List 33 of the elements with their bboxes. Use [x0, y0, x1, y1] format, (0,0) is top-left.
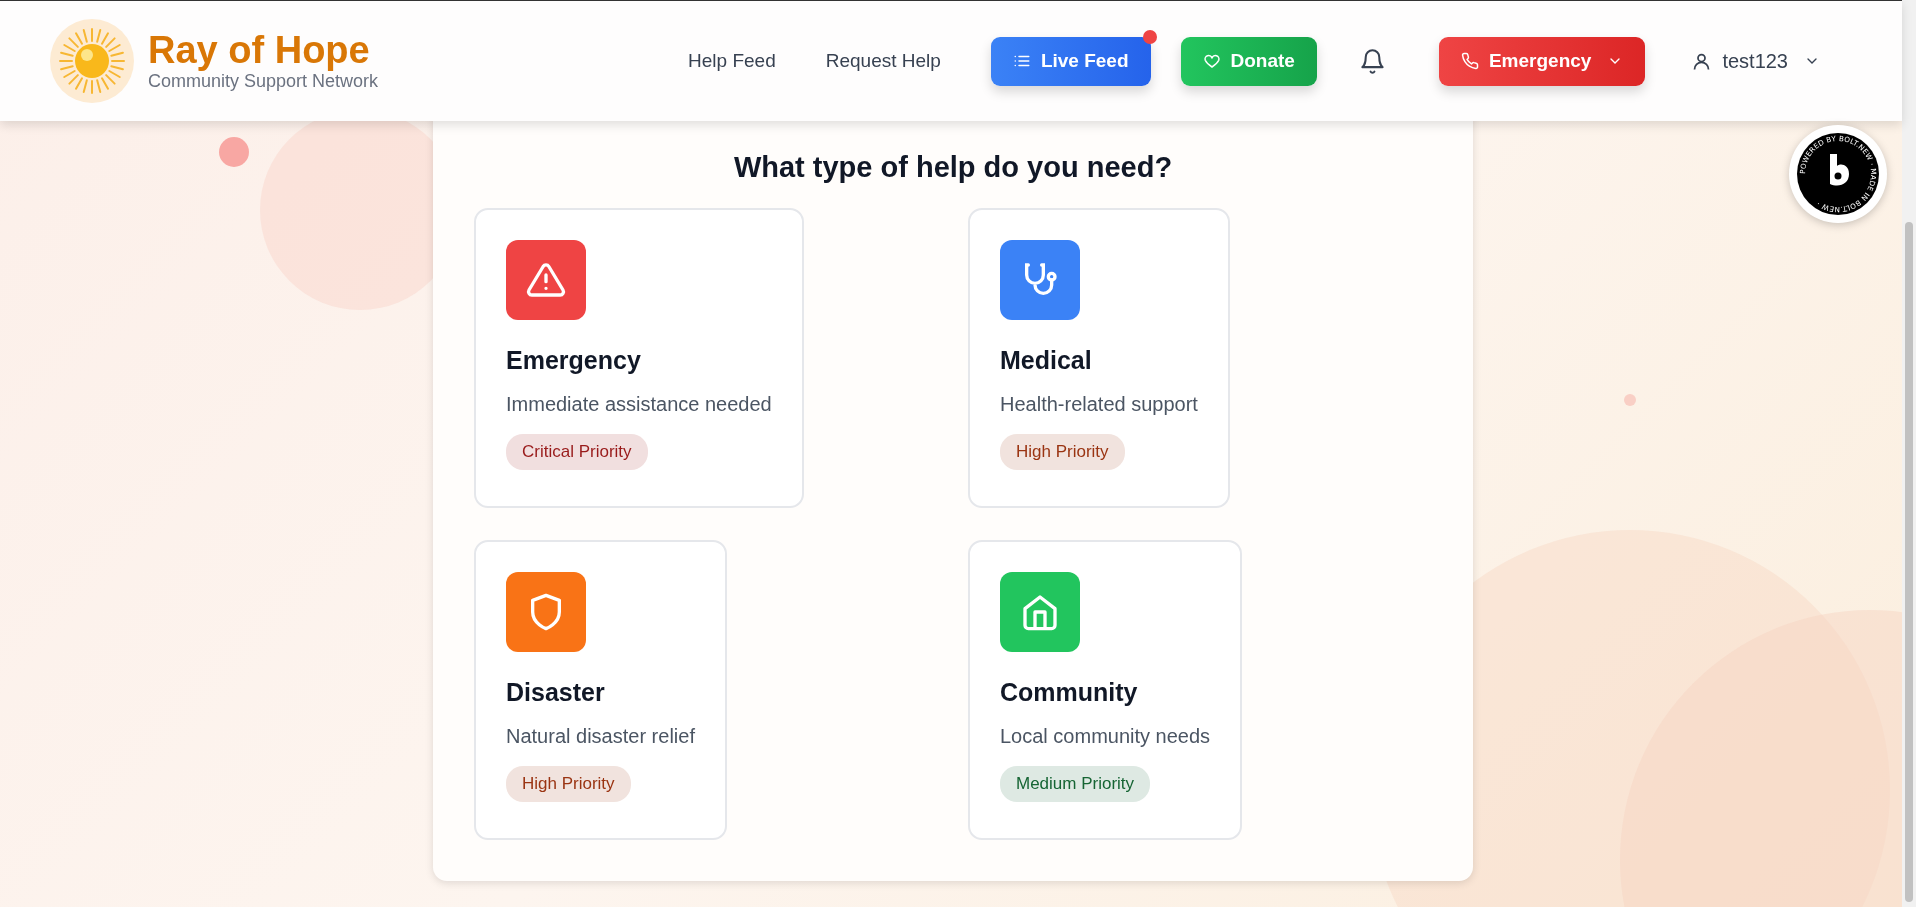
category-card[interactable]: Medical Health-related support High Priority: [968, 208, 1230, 508]
priority-tag: High Priority: [506, 766, 631, 802]
brand-subtitle: Community Support Network: [148, 71, 379, 93]
category-title: Community: [1000, 678, 1139, 707]
category-title: Medical: [1000, 346, 1093, 375]
phone-icon: [1460, 52, 1479, 70]
user-menu[interactable]: test123: [1691, 49, 1820, 73]
category-card[interactable]: Disaster Natural disaster relief High Priority: [474, 540, 727, 840]
heart-icon: [1202, 52, 1221, 70]
warning-icon: [526, 260, 566, 300]
bell-icon[interactable]: [1358, 47, 1386, 75]
category-description: Health-related support: [1000, 393, 1198, 416]
category-card[interactable]: Emergency Immediate assistance needed Critical Priority: [474, 208, 804, 508]
brand-title: Ray of Hope: [148, 29, 371, 72]
category-description: Local community needs: [1000, 725, 1211, 748]
category-title: Emergency: [506, 346, 642, 375]
priority-tag: Medium Priority: [1000, 766, 1151, 802]
priority-tag: Critical Priority: [506, 434, 648, 470]
category-description: Natural disaster relief: [506, 725, 695, 748]
scrollbar[interactable]: [1902, 0, 1916, 907]
category-description: Immediate assistance needed: [506, 393, 772, 416]
live-feed-button[interactable]: Live Feed: [990, 36, 1151, 86]
sun-logo-icon: [50, 19, 134, 103]
house-icon: [1020, 592, 1060, 632]
decorative-circle: [1624, 394, 1636, 406]
nav-link[interactable]: Help Feed: [688, 50, 776, 72]
section-heading: What type of help do you need?: [732, 151, 1174, 184]
nav-link[interactable]: Request Help: [825, 50, 941, 72]
category-title: Disaster: [506, 678, 606, 707]
emergency-button[interactable]: Emergency: [1438, 36, 1646, 86]
priority-tag: High Priority: [1000, 434, 1125, 470]
category-card[interactable]: Community Local community needs Medium Priority: [968, 540, 1243, 840]
decorative-circle: [219, 137, 249, 167]
